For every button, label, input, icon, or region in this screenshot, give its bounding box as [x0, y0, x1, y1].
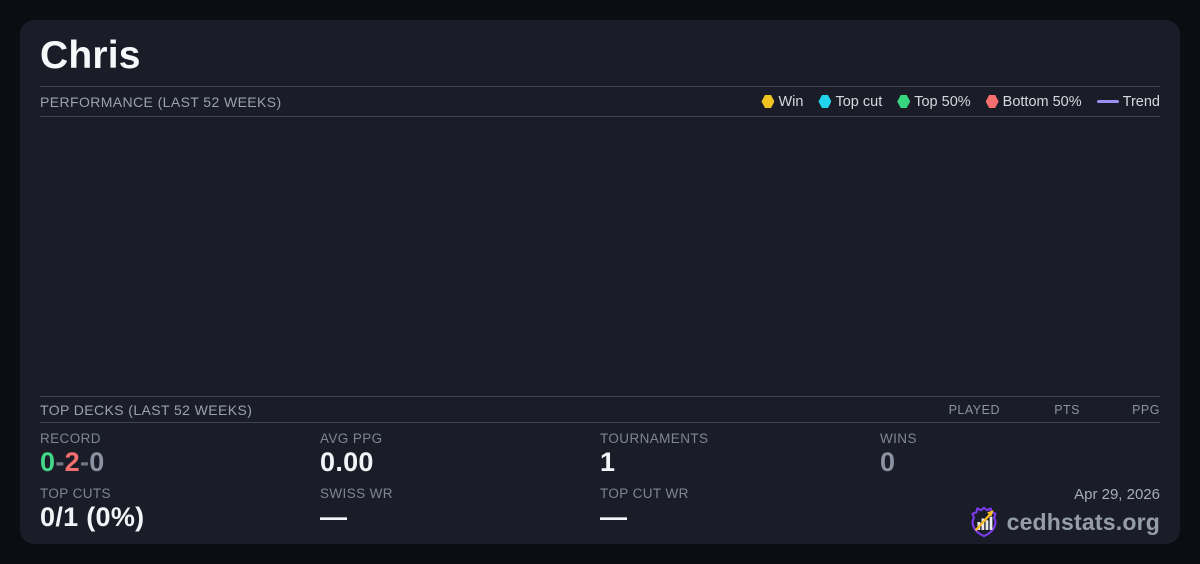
performance-section-title: PERFORMANCE (LAST 52 WEEKS) [40, 94, 282, 110]
stat-label: TOP CUTS [40, 486, 320, 502]
brand-name: cedhstats.org [1007, 509, 1160, 536]
top-50-dot-icon [897, 95, 910, 108]
column-header-ppg: PPG [1080, 403, 1160, 417]
stat-top-cut-wr: TOP CUT WR — [600, 478, 880, 538]
top-cuts-value: 0/1 (0%) [40, 502, 320, 533]
chart-legend: Win Top cut Top 50% Bottom 50% Trend [761, 94, 1160, 110]
legend-label: Top cut [835, 94, 882, 110]
legend-label: Bottom 50% [1003, 94, 1082, 110]
legend-item-bottom-50: Bottom 50% [986, 94, 1082, 110]
stat-swiss-wr: SWISS WR — [320, 478, 600, 538]
wins-value: 0 [880, 447, 1160, 478]
legend-item-win: Win [761, 94, 803, 110]
top-decks-section-title: TOP DECKS (LAST 52 WEEKS) [40, 402, 252, 418]
legend-label: Win [778, 94, 803, 110]
page: Chris PERFORMANCE (LAST 52 WEEKS) Win To… [0, 0, 1200, 564]
performance-header: PERFORMANCE (LAST 52 WEEKS) Win Top cut … [40, 87, 1160, 116]
stat-label: SWISS WR [320, 486, 600, 502]
record-separator: - [80, 447, 89, 477]
stat-label: RECORD [40, 431, 320, 447]
column-header-played: PLAYED [920, 403, 1000, 417]
record-value: 0-2-0 [40, 447, 320, 478]
stat-wins: WINS 0 [880, 423, 1160, 478]
legend-item-trend: Trend [1097, 94, 1160, 110]
top-cut-wr-value: — [600, 502, 880, 533]
top-decks-header: TOP DECKS (LAST 52 WEEKS) PLAYED PTS PPG [40, 397, 1160, 422]
stats-grid: RECORD 0-2-0 AVG PPG 0.00 TOURNAMENTS 1 … [40, 423, 1160, 544]
brand: cedhstats.org [969, 506, 1160, 538]
top-cut-dot-icon [818, 95, 831, 108]
record-wins: 0 [40, 447, 55, 477]
player-stats-card: Chris PERFORMANCE (LAST 52 WEEKS) Win To… [20, 20, 1180, 544]
stat-avg-ppg: AVG PPG 0.00 [320, 423, 600, 478]
win-dot-icon [761, 95, 774, 108]
legend-label: Trend [1123, 94, 1160, 110]
card-footer: Apr 29, 2026 cedhstats.org [880, 478, 1160, 538]
swiss-wr-value: — [320, 502, 600, 533]
trend-line-icon [1097, 100, 1119, 103]
avg-ppg-value: 0.00 [320, 447, 600, 478]
stat-label: TOP CUT WR [600, 486, 880, 502]
record-separator: - [55, 447, 64, 477]
bottom-50-dot-icon [986, 95, 999, 108]
stat-label: AVG PPG [320, 431, 600, 447]
legend-item-top-50: Top 50% [897, 94, 970, 110]
top-decks-columns: PLAYED PTS PPG [920, 403, 1160, 417]
stat-tournaments: TOURNAMENTS 1 [600, 423, 880, 478]
cedhstats-logo-icon [969, 506, 999, 538]
column-header-pts: PTS [1000, 403, 1080, 417]
record-losses: 2 [65, 447, 80, 477]
record-draws: 0 [89, 447, 104, 477]
legend-label: Top 50% [914, 94, 970, 110]
legend-item-top-cut: Top cut [818, 94, 882, 110]
stat-label: WINS [880, 431, 1160, 447]
tournaments-value: 1 [600, 447, 880, 478]
stat-label: TOURNAMENTS [600, 431, 880, 447]
player-name: Chris [40, 32, 1160, 79]
stat-record: RECORD 0-2-0 [40, 423, 320, 478]
card-date: Apr 29, 2026 [1074, 486, 1160, 503]
stat-top-cuts: TOP CUTS 0/1 (0%) [40, 478, 320, 538]
performance-chart [40, 117, 1160, 396]
